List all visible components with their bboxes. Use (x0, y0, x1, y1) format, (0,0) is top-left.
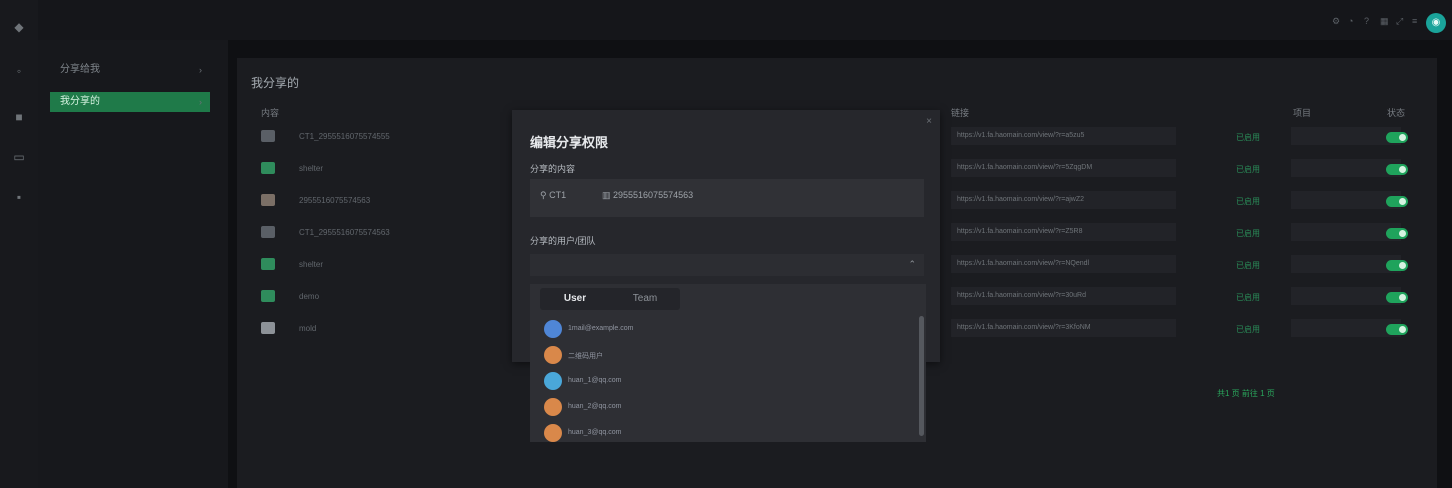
close-icon[interactable]: × (926, 116, 932, 127)
row-link[interactable]: https://v1.fa.haomain.com/view/?r=30uRd (951, 287, 1176, 305)
row-name: CT1_2955516075574563 (299, 228, 390, 237)
row-status: 已启用 (1236, 293, 1260, 302)
sidebar: 分享给我 › 我分享的 › (38, 40, 228, 488)
row-toggle[interactable] (1386, 260, 1408, 271)
header-link: 链接 (951, 108, 970, 118)
dropdown-scrollbar[interactable] (919, 316, 924, 436)
row-toggle[interactable] (1386, 324, 1408, 335)
modal-title: 编辑分享权限 (530, 135, 609, 150)
row-name: 2955516075574563 (299, 196, 371, 205)
row-toggle[interactable] (1386, 228, 1408, 239)
row-link[interactable]: https://v1.fa.haomain.com/view/?r=NQendl (951, 255, 1176, 273)
user-avatar-icon (544, 398, 562, 416)
row-name: demo (299, 292, 320, 301)
content-label: 分享的内容 (530, 164, 576, 174)
user-avatar[interactable]: ◉ (1426, 13, 1446, 33)
row-link[interactable]: https://v1.fa.haomain.com/view/?r=a5zu5 (951, 127, 1176, 145)
grid-icon[interactable]: ▦ (1380, 16, 1390, 26)
row-project (1291, 319, 1401, 337)
nav-icon-3[interactable]: ▭ (12, 150, 26, 164)
bell-icon[interactable]: ◔ (1348, 16, 1358, 26)
row-project (1291, 255, 1401, 273)
row-name: CT1_2955516075574555 (299, 132, 390, 141)
row-project (1291, 127, 1401, 145)
row-project (1291, 223, 1401, 241)
logo-icon[interactable]: ◆ (12, 20, 26, 34)
chevron-right-icon: › (199, 65, 202, 75)
pagination[interactable]: 共1 页 前往 1 页 (1217, 388, 1275, 399)
content-chip-1: ⚲ CT1 (540, 190, 567, 200)
user-team-tabs: User Team (540, 288, 680, 310)
file-icon (261, 290, 275, 302)
row-status: 已启用 (1236, 197, 1260, 206)
shared-content-box: ⚲ CT1 ▥ 2955516075574563 (530, 179, 924, 217)
file-icon (261, 130, 275, 142)
user-avatar-icon (544, 372, 562, 390)
users-label: 分享的用户/团队 (530, 236, 596, 246)
help-icon[interactable]: ? (1364, 16, 1374, 26)
file-icon (261, 322, 275, 334)
row-project (1291, 287, 1401, 305)
user-avatar-icon (544, 320, 562, 338)
user-dropdown: User Team 1mail@example.com 二维码用户 huan_1@q… (530, 284, 926, 442)
row-link[interactable]: https://v1.fa.haomain.com/view/?r=ajwZ2 (951, 191, 1176, 209)
row-name: shelter (299, 164, 324, 173)
sidebar-item-shared-with-me[interactable]: 分享给我 › (50, 60, 210, 80)
expand-icon[interactable]: ⤢ (1396, 16, 1406, 26)
row-status: 已启用 (1236, 229, 1260, 238)
row-status: 已启用 (1236, 165, 1260, 174)
file-icon (261, 258, 275, 270)
header-status: 状态 (1387, 108, 1406, 118)
row-toggle[interactable] (1386, 292, 1408, 303)
row-link[interactable]: https://v1.fa.haomain.com/view/?r=3KfoNM (951, 319, 1176, 337)
menu-icon[interactable]: ≡ (1412, 16, 1422, 26)
user-name: 1mail@example.com (568, 325, 634, 332)
row-status: 已启用 (1236, 261, 1260, 270)
row-toggle[interactable] (1386, 132, 1408, 143)
top-bar: ⚙ ◔ ? ▦ ⤢ ≡ ◉ (0, 0, 1452, 40)
user-team-select[interactable]: ⌃ (530, 254, 924, 276)
user-name: huan_2@qq.com (568, 403, 622, 410)
page-title: 我分享的 (251, 76, 300, 90)
file-icon (261, 226, 275, 238)
row-name: shelter (299, 260, 324, 269)
settings-icon[interactable]: ⚙ (1332, 16, 1342, 26)
file-icon (261, 194, 275, 206)
file-icon (261, 162, 275, 174)
user-name: huan_1@qq.com (568, 377, 622, 384)
row-link[interactable]: https://v1.fa.haomain.com/view/?r=Z5R8 (951, 223, 1176, 241)
row-toggle[interactable] (1386, 164, 1408, 175)
top-toolbar: ⚙ ◔ ? ▦ ⤢ ≡ (1332, 16, 1422, 26)
content-chip-2: ▥ 2955516075574563 (602, 190, 694, 200)
user-avatar-icon (544, 346, 562, 364)
row-project (1291, 191, 1401, 209)
chevron-up-icon: ⌃ (908, 259, 916, 269)
row-name: mold (299, 324, 317, 333)
header-content: 内容 (261, 108, 280, 118)
user-name: 二维码用户 (568, 353, 603, 360)
nav-icon-4[interactable]: ▪ (12, 190, 26, 204)
row-link[interactable]: https://v1.fa.haomain.com/view/?r=5ZqgDM (951, 159, 1176, 177)
sidebar-item-my-shares[interactable]: 我分享的 › (50, 92, 210, 112)
header-project: 项目 (1293, 108, 1312, 118)
tab-team[interactable]: Team (610, 288, 680, 310)
nav-icon-1[interactable]: ◦ (12, 64, 26, 78)
row-toggle[interactable] (1386, 196, 1408, 207)
row-project (1291, 159, 1401, 177)
row-status: 已启用 (1236, 325, 1260, 334)
user-avatar-icon (544, 424, 562, 442)
row-status: 已启用 (1236, 133, 1260, 142)
nav-icon-2[interactable]: ■ (12, 110, 26, 124)
tab-user[interactable]: User (540, 288, 610, 310)
chevron-right-icon: › (199, 97, 202, 107)
user-name: huan_3@qq.com (568, 429, 622, 436)
left-rail: ◆ ◦ ■ ▭ ▪ (0, 0, 38, 488)
